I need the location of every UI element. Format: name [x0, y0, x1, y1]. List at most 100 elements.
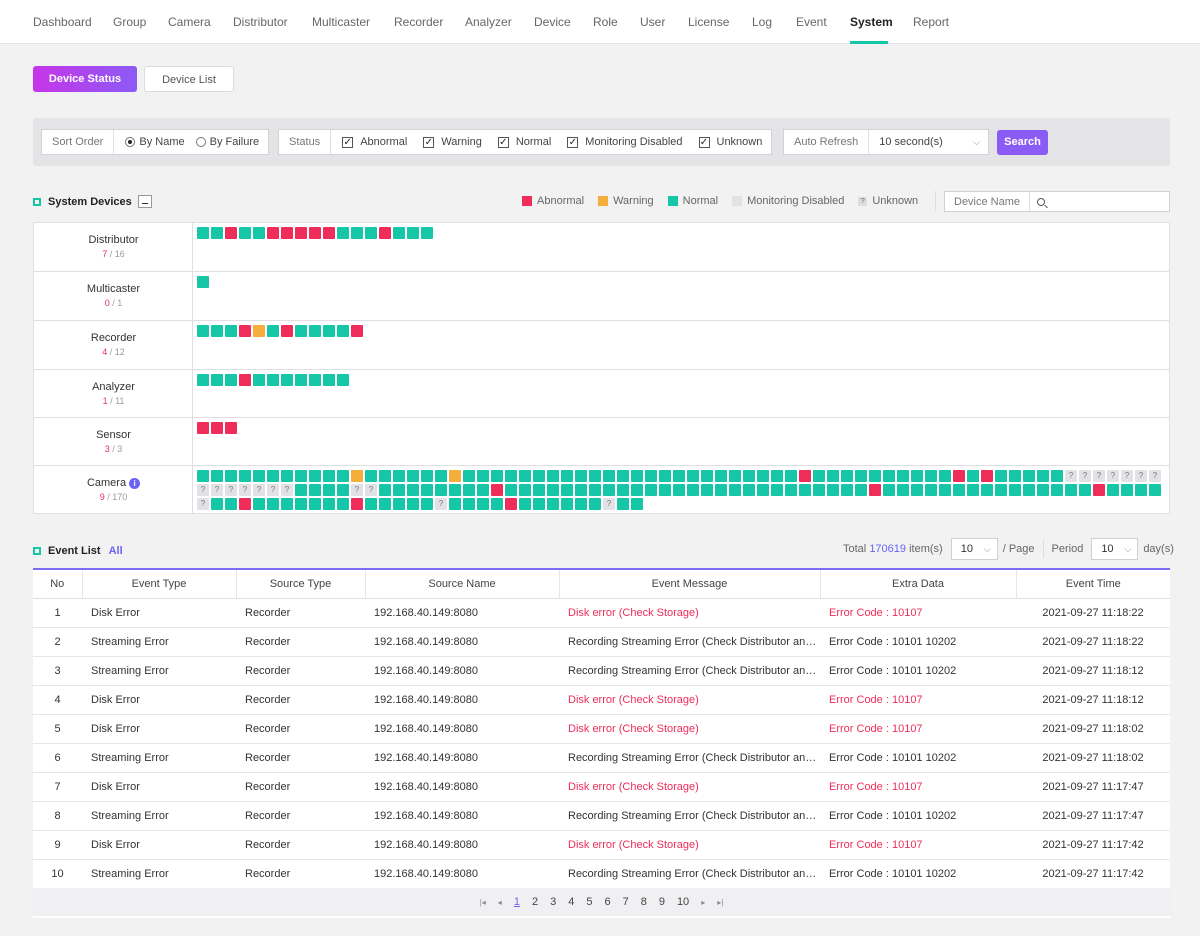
- unknown-device-cell[interactable]: ?: [603, 498, 615, 510]
- column-header-event-time[interactable]: Event Time: [1016, 570, 1170, 599]
- unknown-device-cell[interactable]: ?: [211, 484, 223, 496]
- device-status-cell[interactable]: [407, 227, 419, 239]
- device-status-cell[interactable]: [813, 470, 825, 482]
- column-header-source-type[interactable]: Source Type: [236, 570, 366, 599]
- device-status-cell[interactable]: [449, 484, 461, 496]
- device-status-cell[interactable]: [253, 325, 265, 337]
- device-status-cell[interactable]: [379, 498, 391, 510]
- device-status-cell[interactable]: [1121, 484, 1133, 496]
- device-status-cell[interactable]: [337, 484, 349, 496]
- device-status-cell[interactable]: [295, 484, 307, 496]
- device-status-cell[interactable]: [1009, 470, 1021, 482]
- unknown-device-cell[interactable]: ?: [1107, 470, 1119, 482]
- device-status-cell[interactable]: [463, 484, 475, 496]
- device-status-cell[interactable]: [1149, 484, 1161, 496]
- device-status-cell[interactable]: [617, 470, 629, 482]
- device-status-cell[interactable]: [449, 498, 461, 510]
- unknown-device-cell[interactable]: ?: [435, 498, 447, 510]
- device-status-cell[interactable]: [309, 484, 321, 496]
- normal-checkbox[interactable]: ✓ Normal: [497, 136, 551, 148]
- column-header-no[interactable]: No: [33, 570, 83, 599]
- device-status-cell[interactable]: [197, 325, 209, 337]
- device-status-cell[interactable]: [589, 484, 601, 496]
- device-status-cell[interactable]: [575, 498, 587, 510]
- unknown-device-cell[interactable]: ?: [1093, 470, 1105, 482]
- column-header-event-message[interactable]: Event Message: [559, 570, 821, 599]
- device-status-cell[interactable]: [617, 484, 629, 496]
- device-status-cell[interactable]: [239, 325, 251, 337]
- device-status-cell[interactable]: [1079, 484, 1091, 496]
- device-status-cell[interactable]: [225, 498, 237, 510]
- device-status-cell[interactable]: [645, 470, 657, 482]
- device-status-cell[interactable]: [603, 470, 615, 482]
- device-status-cell[interactable]: [225, 227, 237, 239]
- device-status-cell[interactable]: [715, 470, 727, 482]
- device-status-cell[interactable]: [239, 227, 251, 239]
- device-list-tab[interactable]: Device List: [144, 66, 234, 92]
- device-status-cell[interactable]: [841, 470, 853, 482]
- device-status-cell[interactable]: [295, 325, 307, 337]
- device-status-cell[interactable]: [659, 470, 671, 482]
- device-status-cell[interactable]: [561, 470, 573, 482]
- device-status-cell[interactable]: [253, 374, 265, 386]
- page-link[interactable]: 9: [659, 896, 665, 908]
- device-status-cell[interactable]: [939, 484, 951, 496]
- nav-device[interactable]: Device: [534, 15, 571, 29]
- device-status-cell[interactable]: [463, 498, 475, 510]
- unknown-device-cell[interactable]: ?: [253, 484, 265, 496]
- device-status-cell[interactable]: [673, 470, 685, 482]
- device-status-cell[interactable]: [575, 470, 587, 482]
- device-status-cell[interactable]: [701, 470, 713, 482]
- nav-system[interactable]: System: [850, 15, 893, 29]
- device-status-cell[interactable]: [813, 484, 825, 496]
- device-status-cell[interactable]: [1093, 484, 1105, 496]
- device-status-cell[interactable]: [757, 484, 769, 496]
- device-status-cell[interactable]: [771, 470, 783, 482]
- monitoring-disabled-checkbox[interactable]: ✓ Monitoring Disabled: [567, 136, 683, 148]
- device-status-cell[interactable]: [281, 227, 293, 239]
- device-status-cell[interactable]: [197, 470, 209, 482]
- page-link[interactable]: 1: [514, 896, 520, 908]
- device-status-cell[interactable]: [673, 484, 685, 496]
- nav-role[interactable]: Role: [593, 15, 618, 29]
- device-status-cell[interactable]: [337, 498, 349, 510]
- column-header-event-type[interactable]: Event Type: [82, 570, 237, 599]
- device-status-cell[interactable]: [267, 227, 279, 239]
- device-status-cell[interactable]: [547, 484, 559, 496]
- device-status-cell[interactable]: [379, 470, 391, 482]
- device-status-cell[interactable]: [953, 470, 965, 482]
- device-status-cell[interactable]: [869, 484, 881, 496]
- unknown-device-cell[interactable]: ?: [1079, 470, 1091, 482]
- device-status-cell[interactable]: [533, 470, 545, 482]
- device-status-cell[interactable]: [309, 470, 321, 482]
- device-status-cell[interactable]: [799, 470, 811, 482]
- device-status-cell[interactable]: [477, 484, 489, 496]
- device-status-cell[interactable]: [351, 498, 363, 510]
- prev-page-icon[interactable]: ◂: [498, 898, 502, 907]
- column-header-extra-data[interactable]: Extra Data: [820, 570, 1017, 599]
- table-row[interactable]: 9 Disk Error Recorder 192.168.40.149:8080 Di…: [33, 830, 1170, 860]
- device-status-cell[interactable]: [645, 484, 657, 496]
- device-status-cell[interactable]: [743, 484, 755, 496]
- device-status-cell[interactable]: [309, 374, 321, 386]
- abnormal-checkbox[interactable]: ✓ Abnormal: [342, 136, 407, 148]
- device-status-cell[interactable]: [547, 470, 559, 482]
- device-status-cell[interactable]: [939, 470, 951, 482]
- table-row[interactable]: 1 Disk Error Recorder 192.168.40.149:8080 Di…: [33, 598, 1170, 628]
- device-status-cell[interactable]: [449, 470, 461, 482]
- device-status-cell[interactable]: [393, 484, 405, 496]
- device-status-cell[interactable]: [477, 498, 489, 510]
- device-status-cell[interactable]: [1037, 484, 1049, 496]
- device-status-cell[interactable]: [799, 484, 811, 496]
- device-status-cell[interactable]: [519, 498, 531, 510]
- device-status-cell[interactable]: [981, 484, 993, 496]
- device-status-cell[interactable]: [295, 374, 307, 386]
- device-status-cell[interactable]: [1107, 484, 1119, 496]
- device-status-cell[interactable]: [477, 470, 489, 482]
- device-status-cell[interactable]: [211, 227, 223, 239]
- page-link[interactable]: 3: [550, 896, 556, 908]
- nav-dashboard[interactable]: Dashboard: [33, 15, 92, 29]
- page-link[interactable]: 5: [586, 896, 592, 908]
- device-status-cell[interactable]: [197, 422, 209, 434]
- device-status-cell[interactable]: [631, 484, 643, 496]
